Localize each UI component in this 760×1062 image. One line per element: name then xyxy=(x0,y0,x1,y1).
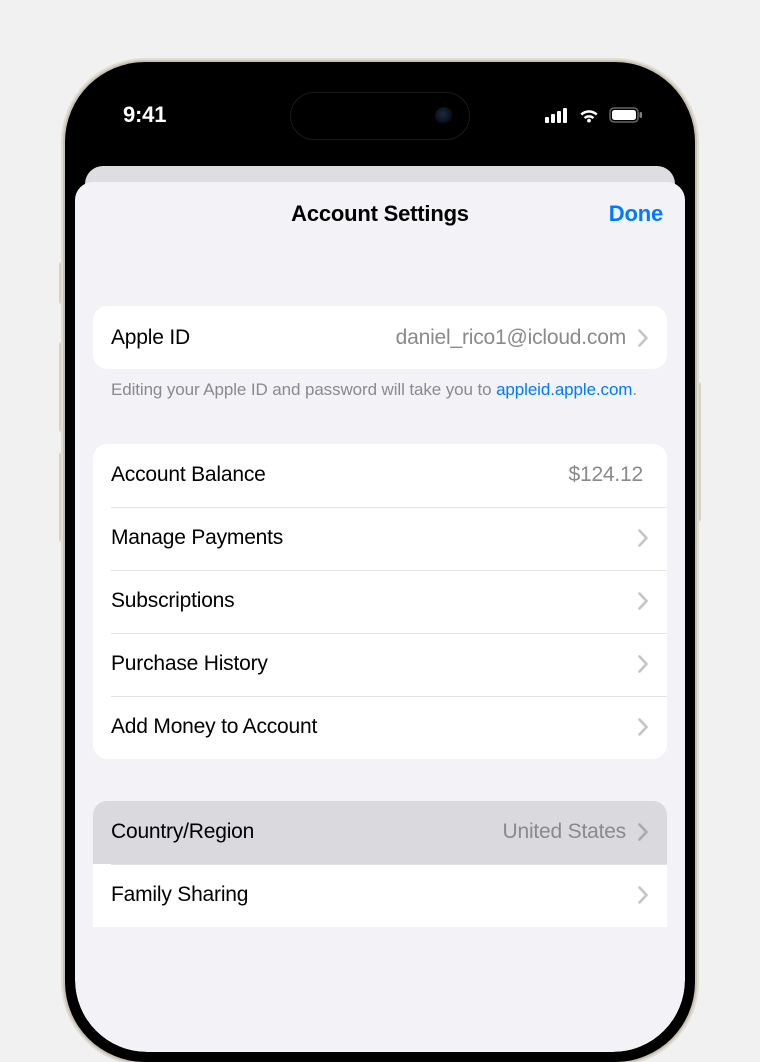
apple-id-label: Apple ID xyxy=(111,326,190,350)
apple-id-footer-suffix: . xyxy=(632,380,637,399)
chevron-right-icon xyxy=(638,886,649,904)
apple-id-group: Apple ID daniel_rico1@icloud.com xyxy=(93,306,667,369)
page-title: Account Settings xyxy=(291,201,469,227)
apple-id-footer: Editing your Apple ID and password will … xyxy=(93,369,667,402)
add-money-row[interactable]: Add Money to Account xyxy=(93,696,667,759)
country-region-value: United States xyxy=(503,820,626,844)
country-region-label: Country/Region xyxy=(111,820,254,844)
phone-frame: 9:41 xyxy=(65,62,695,1062)
account-settings-sheet: Account Settings Done Apple ID daniel_ri… xyxy=(75,182,685,1052)
chevron-right-icon xyxy=(638,718,649,736)
apple-id-row[interactable]: Apple ID daniel_rico1@icloud.com xyxy=(93,306,667,369)
done-button[interactable]: Done xyxy=(609,182,663,246)
wifi-icon xyxy=(577,107,601,123)
subscriptions-row[interactable]: Subscriptions xyxy=(93,570,667,633)
cellular-icon xyxy=(545,107,569,123)
side-button xyxy=(695,382,701,522)
purchase-history-label: Purchase History xyxy=(111,652,268,676)
chevron-right-icon xyxy=(638,529,649,547)
manage-payments-row[interactable]: Manage Payments xyxy=(93,507,667,570)
chevron-right-icon xyxy=(638,329,649,347)
apple-id-footer-link[interactable]: appleid.apple.com xyxy=(496,380,632,399)
purchase-history-row[interactable]: Purchase History xyxy=(93,633,667,696)
country-region-row[interactable]: Country/Region United States xyxy=(93,801,667,864)
add-money-label: Add Money to Account xyxy=(111,715,317,739)
family-sharing-label: Family Sharing xyxy=(111,883,248,907)
region-group: Country/Region United States Family Shar… xyxy=(93,801,667,927)
account-balance-value: $124.12 xyxy=(568,463,643,487)
dynamic-island xyxy=(290,92,470,140)
battery-icon xyxy=(609,107,643,123)
account-group: Account Balance $124.12 Manage Payments xyxy=(93,444,667,759)
chevron-right-icon xyxy=(638,592,649,610)
nav-bar: Account Settings Done xyxy=(75,182,685,246)
family-sharing-row[interactable]: Family Sharing xyxy=(93,864,667,927)
account-balance-label: Account Balance xyxy=(111,463,266,487)
manage-payments-label: Manage Payments xyxy=(111,526,283,550)
apple-id-value: daniel_rico1@icloud.com xyxy=(396,326,626,350)
account-balance-row[interactable]: Account Balance $124.12 xyxy=(93,444,667,507)
chevron-right-icon xyxy=(638,655,649,673)
apple-id-footer-text: Editing your Apple ID and password will … xyxy=(111,380,496,399)
subscriptions-label: Subscriptions xyxy=(111,589,234,613)
chevron-right-icon xyxy=(638,823,649,841)
status-time: 9:41 xyxy=(123,102,166,128)
